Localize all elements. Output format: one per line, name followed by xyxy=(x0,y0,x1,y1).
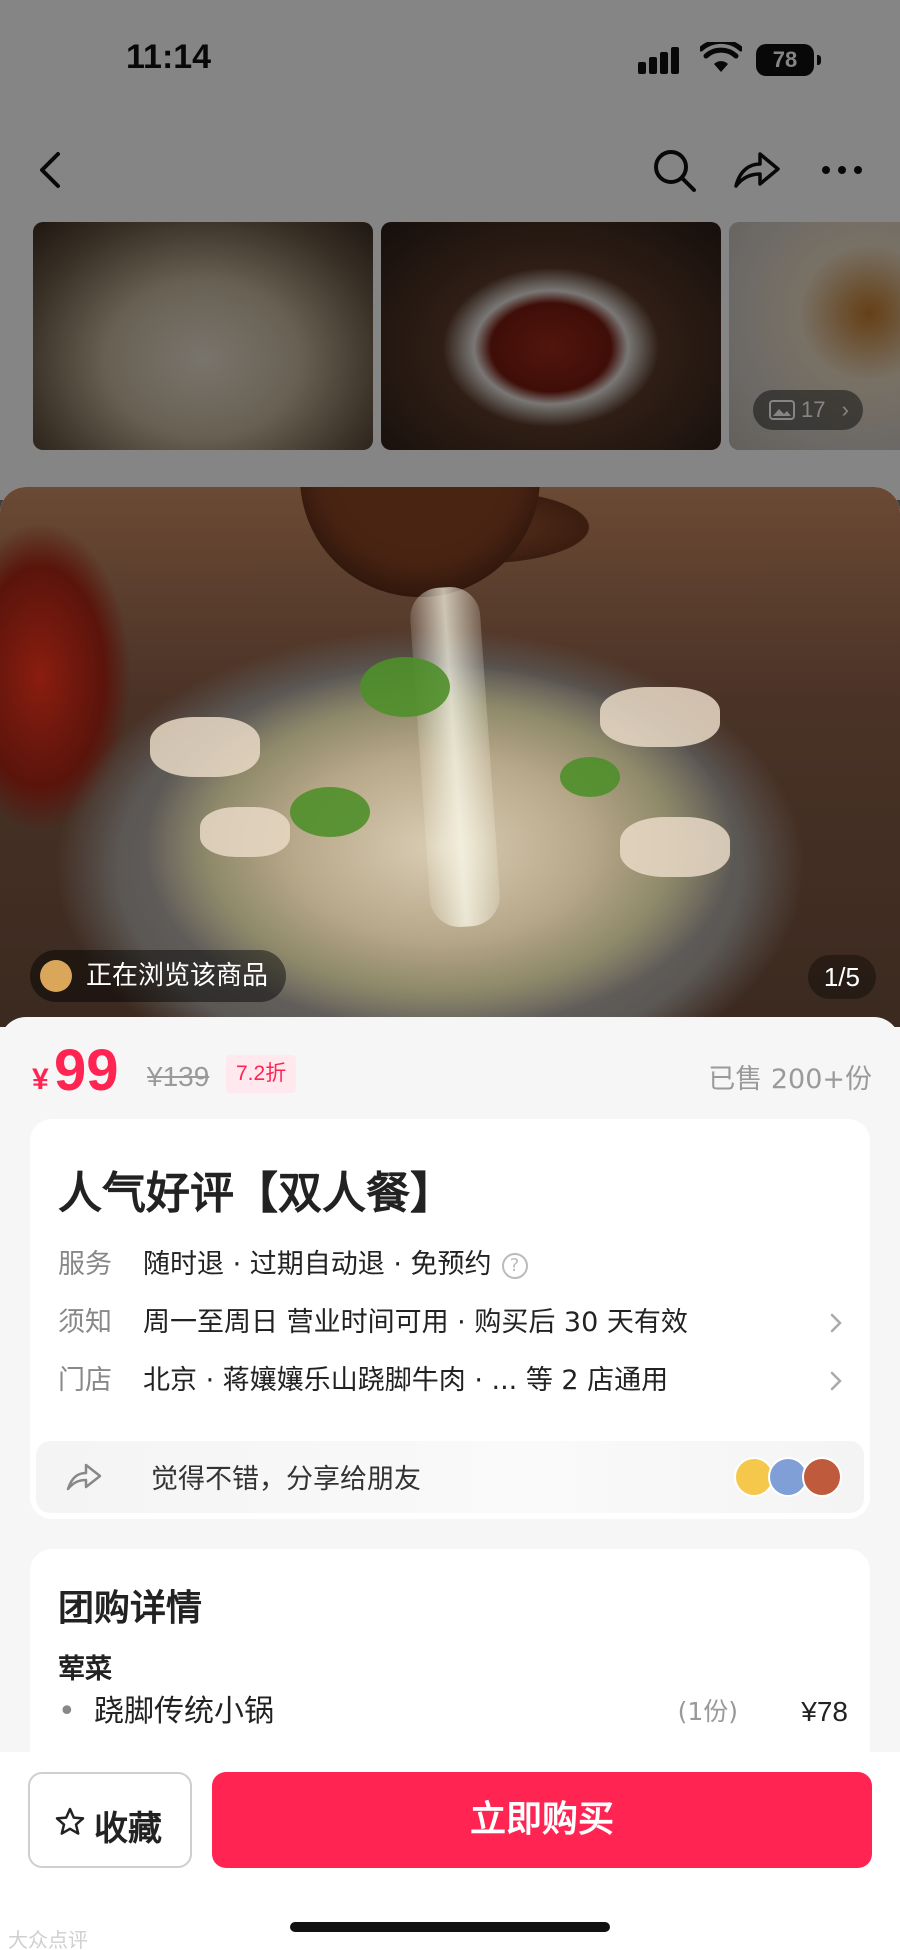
item-quantity: (1份) xyxy=(677,1697,738,1726)
avatar xyxy=(40,960,72,992)
row-value: 随时退 · 过期自动退 · 免预约? xyxy=(143,1245,528,1285)
hero-meat xyxy=(620,817,730,877)
item-name: 跷脚传统小锅 xyxy=(94,1694,274,1729)
hero-ladle-shape xyxy=(300,487,540,597)
watermark: 大众点评 xyxy=(8,1928,88,1950)
buy-now-button[interactable]: 立即购买 xyxy=(212,1772,872,1868)
row-label: 服务 xyxy=(58,1249,112,1280)
detail-title: 团购详情 xyxy=(58,1588,203,1629)
original-price: ¥139 xyxy=(147,1061,210,1092)
list-item: • 跷脚传统小锅 (1份) ¥78 xyxy=(58,1689,848,1735)
chevron-right-icon xyxy=(830,1371,842,1391)
star-icon xyxy=(55,1807,85,1835)
store-row[interactable]: 门店 北京 · 蒋孃孃乐山跷脚牛肉 · ... 等 2 店通用 xyxy=(58,1361,848,1401)
hero-garnish xyxy=(290,787,370,837)
bullet: • xyxy=(58,1694,76,1729)
hero-garnish xyxy=(360,657,450,717)
current-price: 99 xyxy=(54,1038,119,1103)
deal-title: 人气好评【双人餐】 xyxy=(58,1168,454,1219)
share-text: 觉得不错，分享给朋友 xyxy=(151,1464,421,1495)
favorite-button[interactable]: 收藏 xyxy=(28,1772,192,1868)
home-indicator[interactable] xyxy=(290,1922,610,1932)
hero-meat xyxy=(150,717,260,777)
product-hero-image[interactable]: 正在浏览该商品 1/5 xyxy=(0,487,900,1027)
row-value: 北京 · 蒋孃孃乐山跷脚牛肉 · ... 等 2 店通用 xyxy=(143,1365,669,1396)
price-row: ¥ 99 ¥139 7.2折 已售 200+份 xyxy=(32,1031,872,1103)
currency-symbol: ¥ xyxy=(32,1063,49,1096)
notice-row[interactable]: 须知 周一至周日 营业时间可用 · 购买后 30 天有效 xyxy=(58,1303,848,1343)
product-sheet: 正在浏览该商品 1/5 ¥ 99 ¥139 7.2折 已售 200+份 人气好评… xyxy=(0,487,900,1950)
bottom-action-bar: 收藏 立即购买 大众点评 xyxy=(0,1752,900,1950)
service-row[interactable]: 服务 随时退 · 过期自动退 · 免预约? xyxy=(58,1245,848,1285)
hero-meat xyxy=(200,807,290,857)
hero-meat xyxy=(600,687,720,747)
sold-count: 已售 200+份 xyxy=(708,1064,872,1095)
detail-category: 荤菜 xyxy=(58,1654,112,1685)
deal-info-card: 人气好评【双人餐】 服务 随时退 · 过期自动退 · 免预约? 须知 周一至周日… xyxy=(30,1119,870,1519)
row-label: 须知 xyxy=(58,1307,112,1338)
friend-avatars xyxy=(734,1457,844,1497)
row-label: 门店 xyxy=(58,1365,112,1396)
avatar xyxy=(802,1457,842,1497)
hero-garnish xyxy=(560,757,620,797)
chevron-right-icon xyxy=(830,1313,842,1333)
hero-broth-stream xyxy=(408,584,502,930)
share-to-friends-row[interactable]: 觉得不错，分享给朋友 xyxy=(36,1441,864,1513)
share-arrow-icon xyxy=(66,1463,102,1491)
browsing-badge: 正在浏览该商品 xyxy=(30,950,287,1002)
favorite-label: 收藏 xyxy=(94,1809,162,1849)
item-price: ¥78 xyxy=(801,1696,848,1727)
help-icon[interactable]: ? xyxy=(501,1252,528,1279)
browsing-badge-label: 正在浏览该商品 xyxy=(86,961,269,991)
service-terms: 随时退 · 过期自动退 · 免预约 xyxy=(143,1249,492,1280)
row-value: 周一至周日 营业时间可用 · 购买后 30 天有效 xyxy=(143,1307,688,1338)
image-page-counter: 1/5 xyxy=(807,955,876,999)
discount-badge: 7.2折 xyxy=(226,1055,297,1093)
